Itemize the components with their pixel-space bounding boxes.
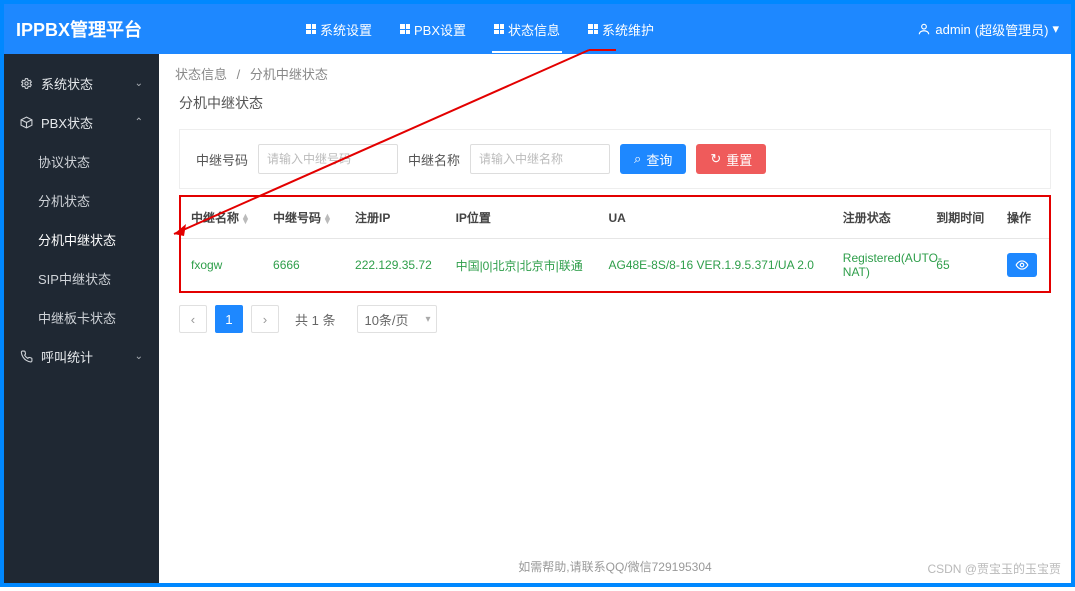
sidebar-item-label: 分机中继状态 xyxy=(38,233,116,248)
nav-label: 系统设置 xyxy=(320,20,372,39)
view-button[interactable] xyxy=(1007,253,1037,277)
nav-label: 状态信息 xyxy=(508,20,560,39)
nav-label: PBX设置 xyxy=(414,20,466,39)
pagination: ‹ 1 › 共 1 条 10条/页 ▾ xyxy=(179,305,1051,333)
nav-pbx-settings[interactable]: PBX设置 xyxy=(390,12,476,47)
user-role: (超级管理员) xyxy=(975,20,1049,39)
topbar: IPPBX管理平台 系统设置 PBX设置 状态信息 系统维护 admin (超级管… xyxy=(4,4,1071,54)
grid-icon xyxy=(306,24,316,34)
user-menu[interactable]: admin (超级管理员) ▾ xyxy=(917,20,1059,39)
grid-icon xyxy=(400,24,410,34)
col-action: 操作 xyxy=(997,197,1049,239)
trunk-table: 中继名称▲▼ 中继号码▲▼ 注册IP IP位置 UA 注册状态 到期时间 操作 xyxy=(179,195,1051,293)
breadcrumb-sep: / xyxy=(237,67,241,82)
eye-icon xyxy=(1015,258,1029,272)
nav-label: 系统维护 xyxy=(602,20,654,39)
chevron-down-icon: ⌄ xyxy=(135,78,143,89)
reset-icon: ↻ xyxy=(710,151,721,167)
sidebar-item-ext-status[interactable]: 分机状态 xyxy=(4,181,159,220)
sidebar-group-label: 呼叫统计 xyxy=(41,347,93,366)
pager-total: 共 1 条 xyxy=(295,310,335,329)
sidebar-item-label: 协议状态 xyxy=(38,155,90,170)
nav-system-maintenance[interactable]: 系统维护 xyxy=(578,12,664,47)
grid-icon xyxy=(588,24,598,34)
sidebar-group-label: PBX状态 xyxy=(41,113,93,132)
col-ua: UA xyxy=(598,197,832,239)
sidebar: 系统状态 ⌄ PBX状态 ⌃ 协议状态 分机状态 分机中继状态 SIP中继状态 … xyxy=(4,54,159,583)
nav-system-settings[interactable]: 系统设置 xyxy=(296,12,382,47)
reset-button-label: 重置 xyxy=(726,150,752,169)
chevron-down-icon: ⌄ xyxy=(135,351,143,362)
filter-trunk-no-label: 中继号码 xyxy=(196,150,248,169)
pager-size-label: 10条/页 xyxy=(364,310,408,329)
search-button-label: 查询 xyxy=(646,150,672,169)
topnav: 系统设置 PBX设置 状态信息 系统维护 xyxy=(296,12,917,47)
cell-reg-ip: 222.129.35.72 xyxy=(345,239,446,292)
filter-trunk-name-label: 中继名称 xyxy=(408,150,460,169)
user-name: admin xyxy=(935,22,970,37)
sidebar-item-trunk-card-status[interactable]: 中继板卡状态 xyxy=(4,298,159,337)
grid-icon xyxy=(494,24,504,34)
cell-ip-loc: 中国|0|北京|北京市|联通 xyxy=(446,239,599,292)
cell-reg-state: Registered(AUTO-NAT) xyxy=(833,239,927,292)
sidebar-item-ext-trunk-status[interactable]: 分机中继状态 xyxy=(4,220,159,259)
gear-icon xyxy=(20,77,33,90)
chevron-down-icon: ▾ xyxy=(1052,21,1059,37)
cell-name: fxogw xyxy=(181,239,263,292)
col-ip-loc: IP位置 xyxy=(446,197,599,239)
table-header-row: 中继名称▲▼ 中继号码▲▼ 注册IP IP位置 UA 注册状态 到期时间 操作 xyxy=(181,197,1049,239)
pager-next[interactable]: › xyxy=(251,305,279,333)
pager-page-1[interactable]: 1 xyxy=(215,305,243,333)
col-reg-ip: 注册IP xyxy=(345,197,446,239)
col-number[interactable]: 中继号码▲▼ xyxy=(263,197,345,239)
sidebar-item-sip-trunk-status[interactable]: SIP中继状态 xyxy=(4,259,159,298)
page-title: 分机中继状态 xyxy=(159,89,1071,123)
phone-icon xyxy=(20,350,33,363)
col-expire: 到期时间 xyxy=(926,197,997,239)
sort-icon: ▲▼ xyxy=(323,214,332,224)
sidebar-group-label: 系统状态 xyxy=(41,74,93,93)
pager-size-select[interactable]: 10条/页 ▾ xyxy=(357,305,437,333)
cube-icon xyxy=(20,116,33,129)
col-name[interactable]: 中继名称▲▼ xyxy=(181,197,263,239)
breadcrumb: 状态信息 / 分机中继状态 xyxy=(159,54,1071,89)
filter-bar: 中继号码 中继名称 ⌕ 查询 ↻ 重置 xyxy=(179,129,1051,189)
sidebar-group-system-status[interactable]: 系统状态 ⌄ xyxy=(4,64,159,103)
cell-expire: 65 xyxy=(926,239,997,292)
cell-number: 6666 xyxy=(263,239,345,292)
search-button[interactable]: ⌕ 查询 xyxy=(620,144,686,174)
breadcrumb-leaf: 分机中继状态 xyxy=(250,67,328,82)
cell-action xyxy=(997,239,1049,292)
watermark: CSDN @贾宝玉的玉宝贾 xyxy=(927,560,1061,577)
reset-button[interactable]: ↻ 重置 xyxy=(696,144,766,174)
table-row: fxogw 6666 222.129.35.72 中国|0|北京|北京市|联通 … xyxy=(181,239,1049,292)
sidebar-group-pbx-status[interactable]: PBX状态 ⌃ xyxy=(4,103,159,142)
nav-status-info[interactable]: 状态信息 xyxy=(484,12,570,47)
breadcrumb-root: 状态信息 xyxy=(175,67,227,82)
content: 状态信息 / 分机中继状态 分机中继状态 中继号码 中继名称 ⌕ 查询 ↻ 重置 xyxy=(159,54,1071,583)
sort-icon: ▲▼ xyxy=(241,214,250,224)
app-title: IPPBX管理平台 xyxy=(16,16,296,42)
pager-prev[interactable]: ‹ xyxy=(179,305,207,333)
filter-trunk-name-input[interactable] xyxy=(470,144,610,174)
sidebar-item-label: SIP中继状态 xyxy=(38,272,111,287)
chevron-up-icon: ⌃ xyxy=(135,117,143,128)
sidebar-group-call-stats[interactable]: 呼叫统计 ⌄ xyxy=(4,337,159,376)
search-icon: ⌕ xyxy=(634,151,641,167)
sidebar-item-label: 中继板卡状态 xyxy=(38,311,116,326)
sidebar-item-protocol-status[interactable]: 协议状态 xyxy=(4,142,159,181)
filter-trunk-no-input[interactable] xyxy=(258,144,398,174)
sidebar-item-label: 分机状态 xyxy=(38,194,90,209)
cell-ua: AG48E-8S/8-16 VER.1.9.5.371/UA 2.0 xyxy=(598,239,832,292)
chevron-down-icon: ▾ xyxy=(425,314,430,325)
user-icon xyxy=(917,22,931,36)
col-reg-state: 注册状态 xyxy=(833,197,927,239)
